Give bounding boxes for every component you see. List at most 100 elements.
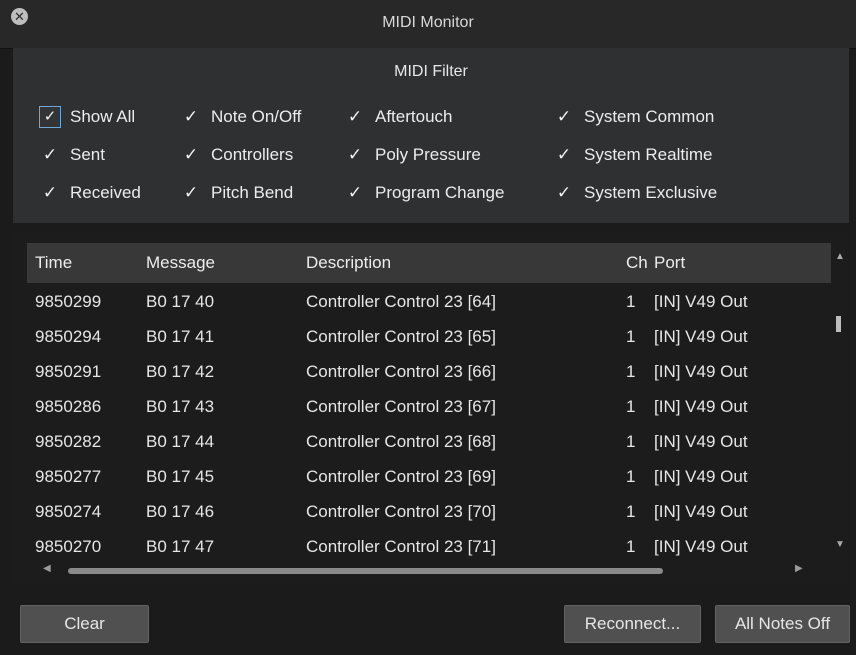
column-header-message[interactable]: Message	[146, 253, 215, 273]
cell-port: [IN] V49 Out	[654, 327, 748, 346]
cell-message: B0 17 42	[146, 362, 215, 381]
checkbox-system-realtime[interactable]: ✓ System Realtime	[554, 143, 713, 167]
cell-message: B0 17 41	[146, 327, 215, 346]
checkbox-label: Poly Pressure	[375, 145, 481, 164]
cell-message: B0 17 43	[146, 397, 215, 416]
checkbox-label: Controllers	[211, 145, 294, 164]
all-notes-off-button[interactable]: All Notes Off	[715, 605, 850, 643]
scroll-right-arrow-icon[interactable]: ▶	[795, 563, 803, 574]
checkbox-label: Pitch Bend	[211, 183, 294, 202]
cell-ch: 1	[626, 537, 636, 556]
cell-time: 9850282	[35, 432, 102, 451]
horizontal-scroll-thumb[interactable]	[68, 568, 663, 574]
cell-port: [IN] V49 Out	[654, 292, 748, 311]
cell-ch: 1	[626, 327, 636, 346]
checkbox-program-change[interactable]: ✓ Program Change	[345, 181, 505, 205]
checkbox-label: System Common	[584, 107, 715, 126]
checkmark-icon: ✓	[556, 145, 572, 164]
message-table[interactable]: Time Message Description Ch Port 9850299…	[13, 233, 849, 585]
cell-ch: 1	[626, 362, 636, 381]
cell-description: Controller Control 23 [68]	[306, 432, 496, 451]
checkmark-icon: ✓	[39, 106, 61, 128]
reconnect-button[interactable]: Reconnect...	[564, 605, 701, 643]
checkbox-label: Aftertouch	[375, 107, 453, 126]
cell-port: [IN] V49 Out	[654, 502, 748, 521]
checkmark-icon: ✓	[183, 183, 199, 202]
checkmark-icon: ✓	[347, 107, 363, 126]
cell-message: B0 17 47	[146, 537, 215, 556]
checkbox-received[interactable]: ✓ Received	[40, 181, 141, 205]
checkbox-label: Received	[70, 183, 141, 202]
cell-message: B0 17 46	[146, 502, 215, 521]
checkmark-icon: ✓	[347, 183, 363, 202]
scroll-up-arrow-icon[interactable]: ▲	[835, 251, 845, 262]
checkbox-system-common[interactable]: ✓ System Common	[554, 105, 715, 129]
checkmark-icon: ✓	[183, 107, 199, 126]
column-header-description[interactable]: Description	[306, 253, 391, 273]
checkbox-label: Note On/Off	[211, 107, 302, 126]
cell-time: 9850286	[35, 397, 102, 416]
checkbox-label: System Realtime	[584, 145, 713, 164]
cell-ch: 1	[626, 432, 636, 451]
cell-ch: 1	[626, 467, 636, 486]
table-row[interactable]: 9850270 B0 17 47 Controller Control 23 [71…	[27, 530, 831, 566]
checkbox-poly-pressure[interactable]: ✓ Poly Pressure	[345, 143, 481, 167]
checkbox-aftertouch[interactable]: ✓ Aftertouch	[345, 105, 453, 129]
cell-description: Controller Control 23 [70]	[306, 502, 496, 521]
checkbox-label: Sent	[70, 145, 105, 164]
table-row[interactable]: 9850277 B0 17 45 Controller Control 23 [69…	[27, 460, 831, 496]
checkmark-icon: ✓	[183, 145, 199, 164]
cell-time: 9850274	[35, 502, 102, 521]
cell-time: 9850277	[35, 467, 102, 486]
cell-message: B0 17 45	[146, 467, 215, 486]
checkmark-icon: ✓	[42, 183, 58, 202]
vertical-scroll-thumb[interactable]	[836, 316, 841, 332]
window-title: MIDI Monitor	[382, 14, 474, 31]
table-row[interactable]: 9850286 B0 17 43 Controller Control 23 [67…	[27, 390, 831, 426]
cell-time: 9850294	[35, 327, 102, 346]
checkbox-label: Show All	[70, 107, 136, 126]
table-row[interactable]: 9850299 B0 17 40 Controller Control 23 [64…	[27, 285, 831, 321]
cell-time: 9850270	[35, 537, 102, 556]
checkbox-sent[interactable]: ✓ Sent	[40, 143, 105, 167]
table-row[interactable]: 9850282 B0 17 44 Controller Control 23 [68…	[27, 425, 831, 461]
table-row[interactable]: 9850274 B0 17 46 Controller Control 23 [70…	[27, 495, 831, 531]
cell-port: [IN] V49 Out	[654, 432, 748, 451]
cell-description: Controller Control 23 [67]	[306, 397, 496, 416]
cell-time: 9850291	[35, 362, 102, 381]
checkbox-controllers[interactable]: ✓ Controllers	[181, 143, 293, 167]
cell-message: B0 17 40	[146, 292, 215, 311]
cell-description: Controller Control 23 [64]	[306, 292, 496, 311]
cell-port: [IN] V49 Out	[654, 397, 748, 416]
cell-ch: 1	[626, 397, 636, 416]
checkbox-pitch-bend[interactable]: ✓ Pitch Bend	[181, 181, 293, 205]
cell-ch: 1	[626, 292, 636, 311]
cell-description: Controller Control 23 [69]	[306, 467, 496, 486]
scroll-left-arrow-icon[interactable]: ◀	[43, 563, 51, 574]
column-header-port[interactable]: Port	[654, 253, 685, 273]
table-row[interactable]: 9850291 B0 17 42 Controller Control 23 [66…	[27, 355, 831, 391]
column-header-time[interactable]: Time	[35, 253, 72, 273]
cell-time: 9850299	[35, 292, 102, 311]
table-row[interactable]: 9850294 B0 17 41 Controller Control 23 [65…	[27, 320, 831, 356]
checkmark-icon: ✓	[42, 145, 58, 164]
checkmark-icon: ✓	[556, 183, 572, 202]
cell-port: [IN] V49 Out	[654, 362, 748, 381]
table-header: Time Message Description Ch Port	[27, 243, 831, 283]
cell-message: B0 17 44	[146, 432, 215, 451]
checkbox-system-exclusive[interactable]: ✓ System Exclusive	[554, 181, 717, 205]
cell-description: Controller Control 23 [65]	[306, 327, 496, 346]
checkmark-icon: ✓	[347, 145, 363, 164]
clear-button[interactable]: Clear	[20, 605, 149, 643]
checkbox-note-on-off[interactable]: ✓ Note On/Off	[181, 105, 302, 129]
cell-ch: 1	[626, 502, 636, 521]
cell-description: Controller Control 23 [71]	[306, 537, 496, 556]
cell-description: Controller Control 23 [66]	[306, 362, 496, 381]
column-header-ch[interactable]: Ch	[626, 253, 648, 273]
checkbox-label: System Exclusive	[584, 183, 718, 202]
checkbox-show-all[interactable]: ✓ Show All	[39, 105, 135, 129]
filter-title: MIDI Filter	[394, 63, 468, 80]
cell-port: [IN] V49 Out	[654, 467, 748, 486]
scroll-down-arrow-icon[interactable]: ▼	[835, 539, 845, 550]
checkbox-label: Program Change	[375, 183, 505, 202]
